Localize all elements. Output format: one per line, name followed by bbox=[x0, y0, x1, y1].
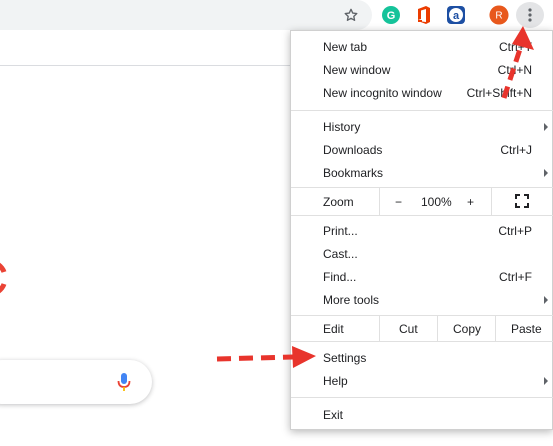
browser-toolbar: G a R bbox=[0, 0, 553, 30]
menu-item-bookmarks[interactable]: Bookmarks bbox=[291, 161, 553, 184]
menu-item-new-tab[interactable]: New tab Ctrl+T bbox=[291, 35, 553, 58]
fullscreen-icon[interactable] bbox=[515, 194, 529, 211]
menu-item-downloads[interactable]: Downloads Ctrl+J bbox=[291, 138, 553, 161]
menu-separator bbox=[291, 110, 553, 111]
menu-item-shortcut: Ctrl+T bbox=[499, 39, 532, 54]
menu-item-shortcut: Ctrl+J bbox=[500, 142, 532, 157]
edit-divider bbox=[437, 315, 438, 341]
edit-label: Edit bbox=[323, 322, 344, 336]
zoom-label: Zoom bbox=[323, 195, 354, 209]
menu-item-shortcut: Ctrl+F bbox=[499, 269, 532, 284]
edit-row: Edit Cut Copy Paste bbox=[291, 316, 553, 341]
office-icon[interactable] bbox=[414, 5, 434, 25]
submenu-arrow-icon bbox=[544, 168, 548, 177]
menu-item-label: History bbox=[323, 119, 361, 134]
star-icon[interactable] bbox=[341, 5, 361, 25]
avatar-letter: R bbox=[495, 11, 502, 22]
menu-item-more-tools[interactable]: More tools bbox=[291, 288, 553, 311]
menu-item-shortcut: Ctrl+Shift+N bbox=[466, 85, 532, 100]
menu-item-label: Exit bbox=[323, 407, 344, 422]
google-logo-fragment bbox=[0, 258, 8, 301]
zoom-level: 100% bbox=[421, 195, 452, 209]
copy-button[interactable]: Copy bbox=[453, 322, 481, 336]
zoom-in-button[interactable]: + bbox=[467, 195, 474, 209]
menu-item-label: Settings bbox=[323, 350, 367, 365]
zoom-out-button[interactable]: − bbox=[395, 195, 402, 209]
menu-separator bbox=[291, 215, 553, 216]
menu-item-label: Print... bbox=[323, 223, 358, 238]
menu-separator bbox=[291, 397, 553, 398]
chrome-main-menu: New tab Ctrl+T New window Ctrl+N New inc… bbox=[290, 30, 553, 430]
menu-item-label: Help bbox=[323, 373, 348, 388]
mic-icon[interactable] bbox=[117, 372, 131, 395]
cut-button[interactable]: Cut bbox=[399, 322, 418, 336]
menu-item-label: Cast... bbox=[323, 246, 358, 261]
page-divider bbox=[0, 65, 290, 66]
zoom-row: Zoom − 100% + bbox=[291, 190, 553, 214]
menu-item-print[interactable]: Print... Ctrl+P bbox=[291, 219, 553, 242]
zoom-divider bbox=[491, 187, 492, 215]
menu-item-help[interactable]: Help bbox=[291, 369, 553, 392]
more-vert-icon[interactable] bbox=[516, 2, 544, 28]
menu-item-new-window[interactable]: New window Ctrl+N bbox=[291, 58, 553, 81]
submenu-arrow-icon bbox=[544, 295, 548, 304]
menu-item-label: New tab bbox=[323, 39, 368, 54]
menu-item-exit[interactable]: Exit bbox=[291, 403, 553, 426]
menu-item-settings[interactable]: Settings bbox=[291, 346, 553, 369]
menu-item-shortcut: Ctrl+P bbox=[498, 223, 532, 238]
menu-item-label: New window bbox=[323, 62, 391, 77]
submenu-arrow-icon bbox=[544, 122, 548, 131]
menu-item-label: Find... bbox=[323, 269, 357, 284]
extension-a-letter: a bbox=[453, 10, 460, 22]
grammarly-icon[interactable]: G bbox=[381, 5, 401, 25]
menu-separator bbox=[291, 341, 553, 342]
submenu-arrow-icon bbox=[544, 376, 548, 385]
menu-item-label: Downloads bbox=[323, 142, 383, 157]
menu-item-label: More tools bbox=[323, 292, 380, 307]
menu-item-label: New incognito window bbox=[323, 85, 442, 100]
zoom-divider bbox=[379, 187, 380, 215]
extension-a-icon[interactable]: a bbox=[446, 5, 466, 25]
avatar[interactable]: R bbox=[489, 5, 509, 25]
address-bar[interactable] bbox=[0, 0, 372, 30]
paste-button[interactable]: Paste bbox=[511, 322, 542, 336]
edit-divider bbox=[379, 315, 380, 341]
menu-separator bbox=[291, 187, 553, 188]
edit-divider bbox=[495, 315, 496, 341]
grammarly-letter: G bbox=[387, 10, 396, 22]
menu-item-cast[interactable]: Cast... bbox=[291, 242, 553, 265]
menu-item-label: Bookmarks bbox=[323, 165, 384, 180]
menu-item-new-incognito[interactable]: New incognito window Ctrl+Shift+N bbox=[291, 81, 553, 104]
menu-item-find[interactable]: Find... Ctrl+F bbox=[291, 265, 553, 288]
menu-item-history[interactable]: History bbox=[291, 115, 553, 138]
menu-item-shortcut: Ctrl+N bbox=[497, 62, 532, 77]
